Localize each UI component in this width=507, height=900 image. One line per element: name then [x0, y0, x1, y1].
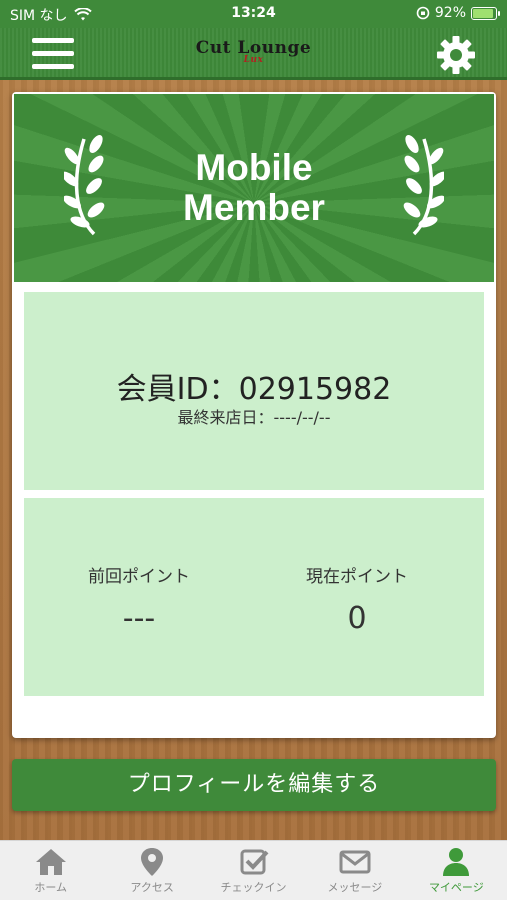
logo-subtext: Lux — [243, 55, 264, 65]
member-banner: Mobile Member — [14, 94, 494, 282]
settings-gear-icon[interactable] — [435, 34, 477, 76]
points-panel: 前回ポイント --- 現在ポイント 0 — [24, 498, 484, 696]
current-points-label: 現在ポイント — [306, 567, 408, 587]
tab-mypage[interactable]: マイページ — [406, 841, 507, 900]
member-id: 会員ID：02915982 — [116, 372, 392, 407]
member-card: Mobile Member 会員ID：02915982 最終来店日：----/-… — [12, 92, 496, 738]
status-bar: SIM なし 13:24 92% — [0, 0, 507, 28]
tab-access[interactable]: アクセス — [101, 841, 202, 900]
user-icon — [443, 848, 470, 876]
tab-bar: ホーム アクセス チェックイン メッセージ マイページ — [0, 840, 507, 900]
app-header: Cut Lounge Lux — [0, 28, 507, 80]
member-id-panel: 会員ID：02915982 最終来店日：----/--/-- — [24, 292, 484, 490]
battery-icon — [471, 6, 500, 20]
battery-level — [473, 8, 494, 18]
previous-points: 前回ポイント --- — [24, 562, 254, 636]
mail-icon — [339, 850, 371, 874]
last-visit-date: 最終来店日：----/--/-- — [177, 408, 331, 427]
previous-points-label: 前回ポイント — [88, 567, 190, 587]
laurel-right-icon — [403, 134, 444, 236]
home-icon — [35, 849, 66, 875]
orientation-lock-icon — [416, 6, 430, 20]
map-pin-icon — [141, 848, 164, 876]
edit-profile-button[interactable]: プロフィールを編集する — [12, 759, 496, 811]
app-logo: Cut Lounge Lux — [0, 38, 507, 65]
tab-home[interactable]: ホーム — [0, 841, 101, 900]
current-points: 現在ポイント 0 — [242, 562, 472, 636]
battery-percent: 92% — [434, 5, 466, 21]
previous-points-value: --- — [122, 601, 156, 636]
tab-checkin[interactable]: チェックイン — [203, 841, 304, 900]
checkbox-icon — [240, 849, 268, 875]
tab-message[interactable]: メッセージ — [304, 841, 405, 900]
current-points-value: 0 — [347, 601, 367, 636]
